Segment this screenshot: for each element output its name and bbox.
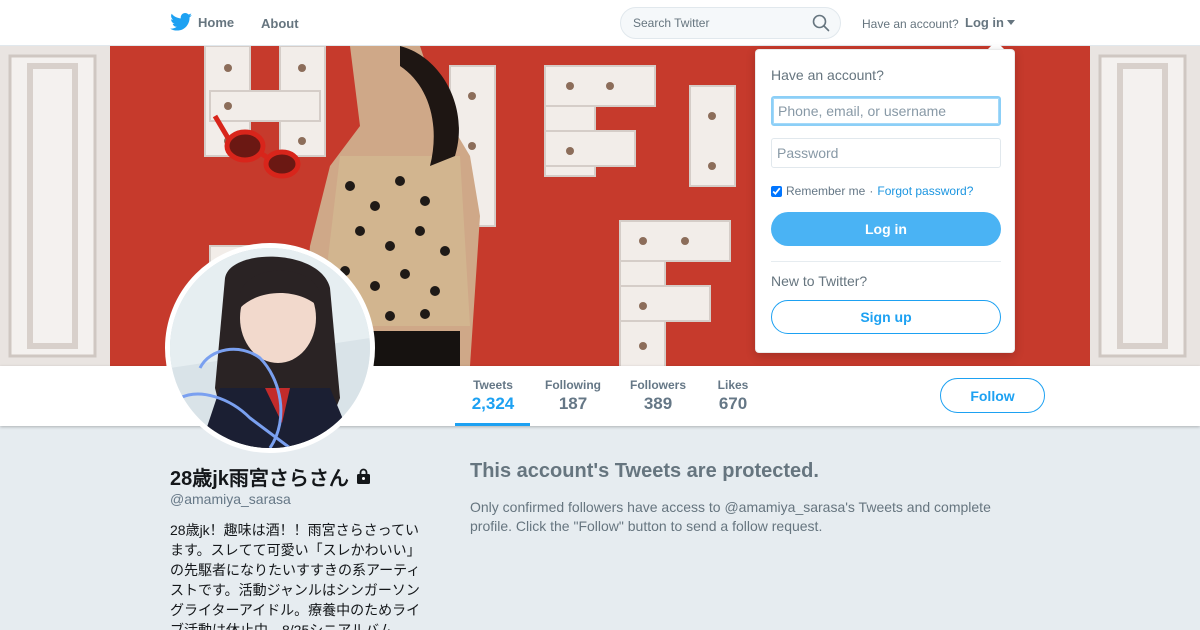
stat-value: 187: [558, 394, 588, 413]
stat-value: 389: [643, 394, 673, 413]
fullname-text: 28歳jk雨宮さらさん: [170, 468, 349, 490]
password-field[interactable]: [771, 138, 1001, 168]
lock-icon: [356, 468, 370, 484]
username-field[interactable]: [771, 96, 1001, 126]
remember-me-checkbox[interactable]: [771, 185, 782, 197]
follow-button[interactable]: Follow: [940, 378, 1045, 413]
stat-tweets[interactable]: Tweets 2,324: [470, 378, 516, 414]
separator-dot: ·: [869, 184, 874, 198]
avatar-photo: [170, 248, 370, 448]
have-account-text: Have an account?: [862, 17, 959, 31]
active-tab-indicator: [455, 423, 530, 426]
caret-down-icon: [1007, 20, 1015, 25]
stat-label: Likes: [717, 378, 749, 392]
stat-followers[interactable]: Followers 389: [629, 378, 687, 414]
search-icon[interactable]: [812, 14, 830, 32]
stat-value: 2,324: [471, 394, 515, 413]
nav-about-link[interactable]: About: [261, 16, 299, 31]
stat-following[interactable]: Following 187: [544, 378, 602, 414]
forgot-password-link[interactable]: Forgot password?: [877, 184, 973, 198]
dropdown-divider: [771, 261, 1001, 262]
stat-value: 670: [718, 394, 748, 413]
nav-home-label: Home: [198, 14, 235, 30]
dropdown-title: Have an account?: [771, 67, 884, 83]
login-toggle-label: Log in: [965, 15, 1004, 30]
stat-label: Followers: [629, 378, 686, 392]
profile-bio: 28歳jk！趣味は酒！！雨宮さらさっています。スレてて可愛い「スレかわいい」の先…: [170, 522, 421, 630]
remember-me-label[interactable]: Remember me: [786, 184, 865, 198]
new-to-twitter-text: New to Twitter?: [771, 273, 868, 289]
login-dropdown: Have an account? Remember me · Forgot pa…: [755, 49, 1015, 353]
nav-home-link[interactable]: Home: [170, 13, 234, 31]
signup-button[interactable]: Sign up: [771, 300, 1001, 334]
profile-screenname[interactable]: @amamiya_sarasa: [170, 491, 291, 507]
avatar[interactable]: [165, 243, 375, 453]
stat-label: Following: [545, 378, 601, 392]
twitter-bird-icon: [170, 13, 192, 31]
profile-fullname[interactable]: 28歳jk雨宮さらさん: [170, 462, 372, 491]
stat-likes[interactable]: Likes 670: [715, 378, 751, 414]
protected-description: Only confirmed followers have access to …: [470, 499, 991, 534]
remember-me-row: Remember me · Forgot password?: [771, 184, 973, 198]
login-button[interactable]: Log in: [771, 212, 1001, 246]
stat-label: Tweets: [473, 378, 513, 392]
login-dropdown-toggle[interactable]: Log in: [965, 15, 1015, 30]
protected-title: This account's Tweets are protected.: [470, 460, 819, 482]
search-input[interactable]: [620, 7, 841, 39]
top-navigation-bar: Home About Have an account? Log in: [0, 0, 1200, 46]
